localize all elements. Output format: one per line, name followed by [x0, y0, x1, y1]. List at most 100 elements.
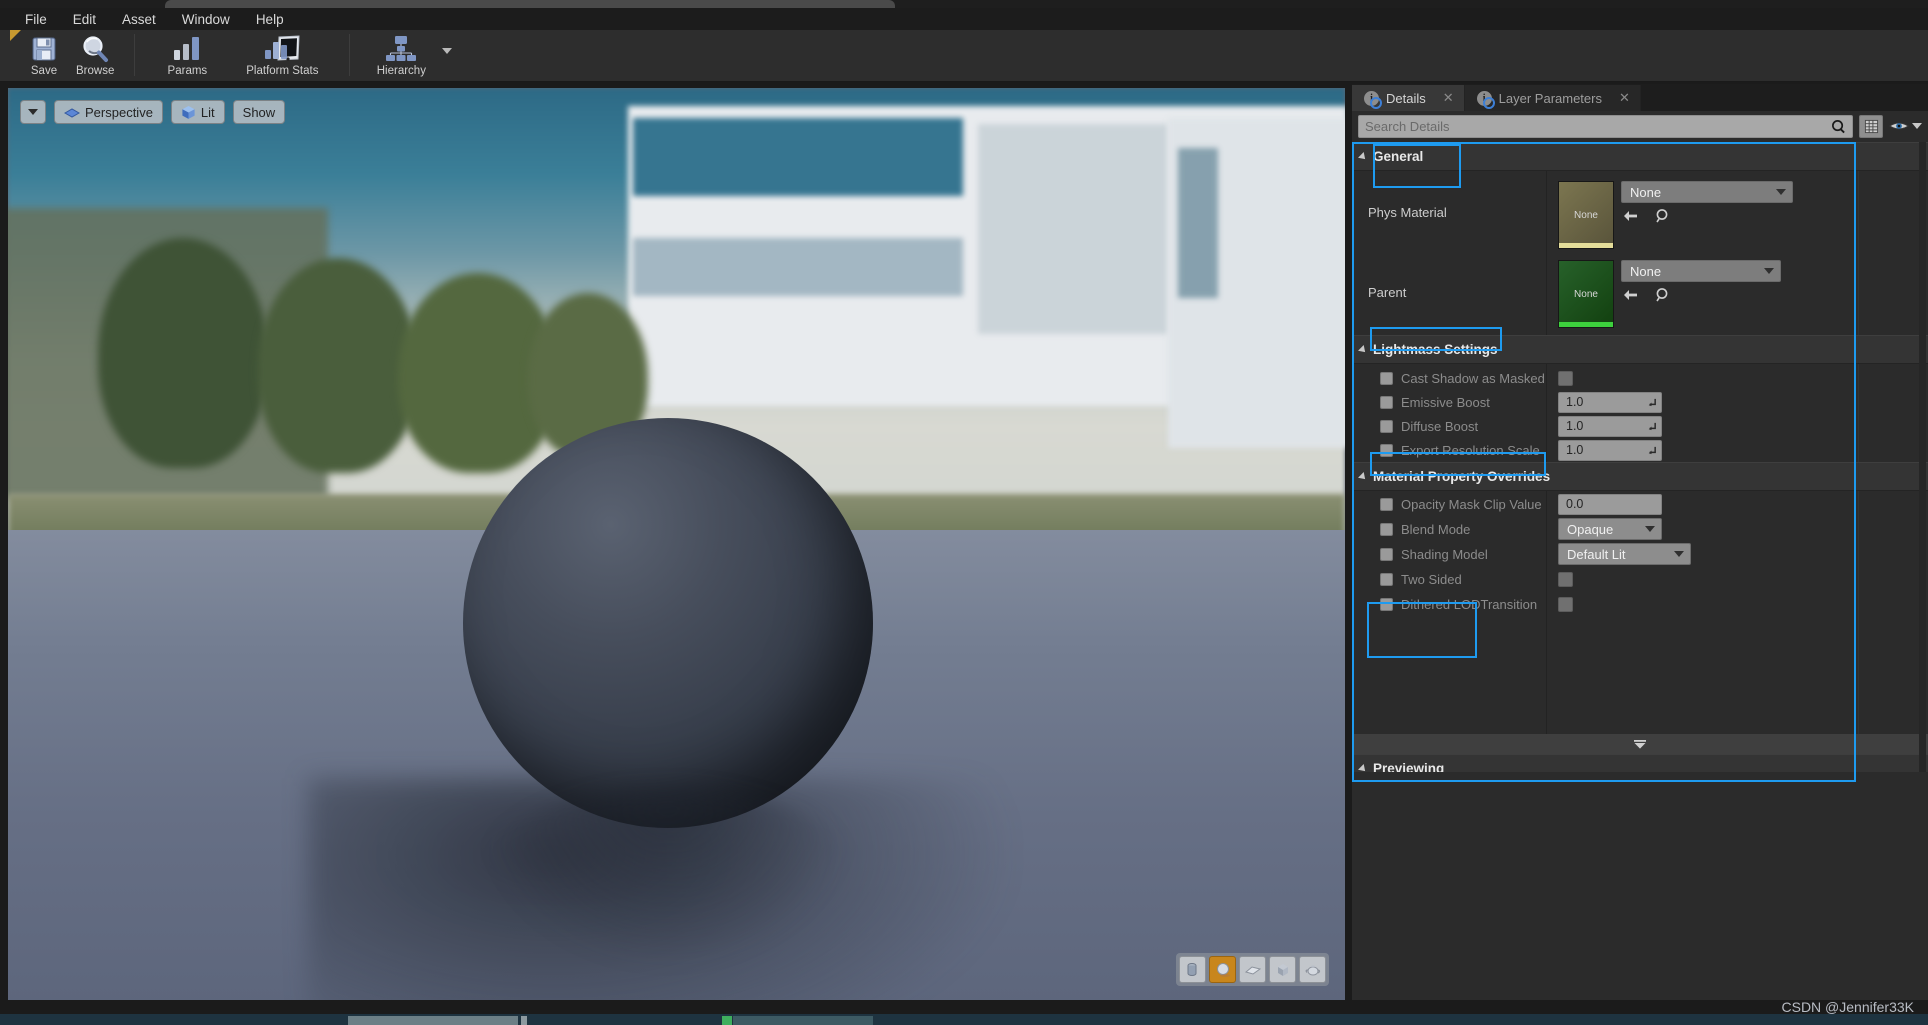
dithered-lod-override-checkbox[interactable]	[1380, 597, 1393, 611]
magnifier-icon	[80, 34, 110, 64]
row-parent: Parent None None	[1352, 252, 1928, 332]
general-collapse-triangle-icon[interactable]	[1358, 151, 1368, 162]
previewing-collapse-triangle-icon[interactable]	[1358, 763, 1368, 772]
visibility-options-button[interactable]	[1889, 119, 1922, 133]
row-dithered-lod-transition: Dithered LODTransition	[1352, 592, 1928, 616]
tab-layer-parameters-close-icon[interactable]: ✕	[1619, 90, 1630, 106]
emissive-boost-override-checkbox[interactable]	[1380, 395, 1393, 409]
diffuse-boost-override-checkbox[interactable]	[1380, 419, 1393, 433]
view-options-caret-icon	[28, 109, 38, 115]
menu-file[interactable]: File	[12, 10, 60, 29]
category-general[interactable]: General	[1352, 142, 1928, 171]
parent-thumbnail[interactable]: None	[1558, 260, 1614, 328]
cast-shadow-value-checkbox[interactable]	[1558, 370, 1573, 386]
blend-mode-caret-icon	[1645, 526, 1655, 532]
dithered-lod-value-checkbox[interactable]	[1558, 596, 1573, 612]
viewport-perspective-button[interactable]: Perspective	[54, 100, 163, 124]
hierarchy-button[interactable]: Hierarchy	[362, 30, 440, 77]
cylinder-preview-button[interactable]	[1179, 956, 1206, 983]
phys-material-thumbnail-bar	[1559, 243, 1613, 248]
two-sided-value-cell	[1546, 571, 1928, 587]
drag-value-icon[interactable]	[1646, 421, 1657, 432]
monitor-stats-icon	[262, 34, 302, 64]
drag-value-icon[interactable]	[1646, 445, 1657, 456]
viewport-show-button[interactable]: Show	[232, 100, 286, 124]
opacity-mask-override-checkbox[interactable]	[1380, 497, 1393, 511]
tab-layer-parameters[interactable]: i Layer Parameters ✕	[1464, 85, 1641, 111]
viewport-toolbar: Perspective Lit Show	[20, 100, 286, 124]
diffuse-boost-input[interactable]: 1.0	[1558, 415, 1662, 437]
browse-label: Browse	[76, 65, 115, 77]
tree-2	[258, 258, 418, 473]
row-shading-model: Shading Model Default Lit	[1352, 542, 1928, 566]
phys-material-combo[interactable]: None	[1621, 181, 1793, 203]
blend-mode-dropdown[interactable]: Opaque	[1558, 518, 1662, 540]
plane-preview-button[interactable]	[1239, 956, 1266, 983]
menu-asset[interactable]: Asset	[109, 10, 169, 29]
browse-to-asset-magnifier-icon[interactable]	[1655, 208, 1671, 224]
sphere-preview-button[interactable]	[1209, 956, 1236, 983]
drag-value-icon[interactable]	[1646, 397, 1657, 408]
main-toolbar: Save Browse Params Platform Stats Hierar…	[0, 30, 1928, 82]
viewport-options-button[interactable]	[20, 100, 46, 124]
dithered-lod-value-cell	[1546, 596, 1928, 612]
search-details-field[interactable]	[1358, 114, 1853, 138]
row-phys-material: Phys Material None None	[1352, 172, 1928, 252]
lightmass-collapse-triangle-icon[interactable]	[1358, 344, 1368, 355]
diffuse-boost-value: 1.0	[1566, 419, 1584, 433]
export-resolution-override-checkbox[interactable]	[1380, 443, 1393, 457]
menu-window[interactable]: Window	[169, 10, 243, 29]
two-sided-override-checkbox[interactable]	[1380, 572, 1393, 586]
details-property-list[interactable]: General Phys Material None None Parent N…	[1352, 142, 1928, 772]
export-resolution-input[interactable]: 1.0	[1558, 439, 1662, 461]
use-selected-asset-arrow-icon[interactable]	[1623, 209, 1639, 223]
parent-browse-magnifier-icon[interactable]	[1655, 287, 1671, 303]
viewport-lighting-button[interactable]: Lit	[170, 100, 225, 124]
phys-material-label-cell: Phys Material	[1368, 204, 1447, 220]
preview-sphere-mesh[interactable]	[463, 418, 873, 828]
glass-band-4	[1178, 148, 1218, 298]
params-button[interactable]: Params	[147, 30, 227, 77]
mpo-collapse-triangle-icon[interactable]	[1358, 471, 1368, 482]
parent-combo[interactable]: None	[1621, 260, 1781, 282]
emissive-boost-input[interactable]: 1.0	[1558, 391, 1662, 413]
shading-model-dropdown[interactable]: Default Lit	[1558, 543, 1691, 565]
teapot-preview-button[interactable]	[1299, 956, 1326, 983]
save-button[interactable]: Save	[20, 30, 68, 77]
emissive-boost-value-cell: 1.0	[1546, 391, 1928, 413]
browse-button[interactable]: Browse	[68, 30, 122, 77]
shading-model-value: Default Lit	[1567, 546, 1626, 562]
two-sided-label-cell: Two Sided	[1352, 572, 1546, 587]
category-material-property-overrides[interactable]: Material Property Overrides	[1352, 462, 1928, 491]
grid-view-button[interactable]	[1859, 114, 1883, 138]
expand-more-icon	[1634, 739, 1646, 749]
search-icon	[1832, 119, 1845, 133]
material-preview-viewport[interactable]: Perspective Lit Show Z Y X	[8, 88, 1345, 1000]
cast-shadow-override-checkbox[interactable]	[1380, 371, 1393, 385]
opacity-mask-input[interactable]: 0.0	[1558, 493, 1662, 515]
parent-use-selected-arrow-icon[interactable]	[1623, 288, 1639, 302]
blend-mode-override-checkbox[interactable]	[1380, 522, 1393, 536]
cast-shadow-label-cell: Cast Shadow as Masked	[1352, 371, 1546, 386]
category-lightmass-settings[interactable]: Lightmass Settings	[1352, 335, 1928, 364]
hierarchy-dropdown-caret-icon[interactable]	[442, 48, 453, 54]
glass-band-1	[633, 118, 963, 196]
expand-more-row[interactable]	[1352, 734, 1928, 754]
platform-stats-button[interactable]: Platform Stats	[227, 30, 337, 77]
hierarchy-label: Hierarchy	[376, 65, 426, 77]
tab-details[interactable]: i Details ✕	[1352, 85, 1465, 111]
window-title-strip	[0, 0, 1928, 8]
search-input[interactable]	[1365, 118, 1831, 134]
menu-help[interactable]: Help	[243, 10, 297, 29]
taskbar-item-3	[722, 1016, 732, 1025]
menu-edit[interactable]: Edit	[60, 10, 109, 29]
phys-material-thumbnail[interactable]: None	[1558, 181, 1614, 249]
toolbar-group-hierarchy: Hierarchy	[356, 30, 460, 82]
shading-model-override-checkbox[interactable]	[1380, 547, 1393, 561]
tab-details-close-icon[interactable]: ✕	[1443, 90, 1454, 106]
cube-preview-button[interactable]	[1269, 956, 1296, 983]
details-scrollbar[interactable]	[1919, 142, 1926, 772]
category-general-title: General	[1373, 149, 1424, 164]
category-previewing[interactable]: Previewing	[1352, 754, 1928, 772]
two-sided-value-checkbox[interactable]	[1558, 571, 1573, 587]
